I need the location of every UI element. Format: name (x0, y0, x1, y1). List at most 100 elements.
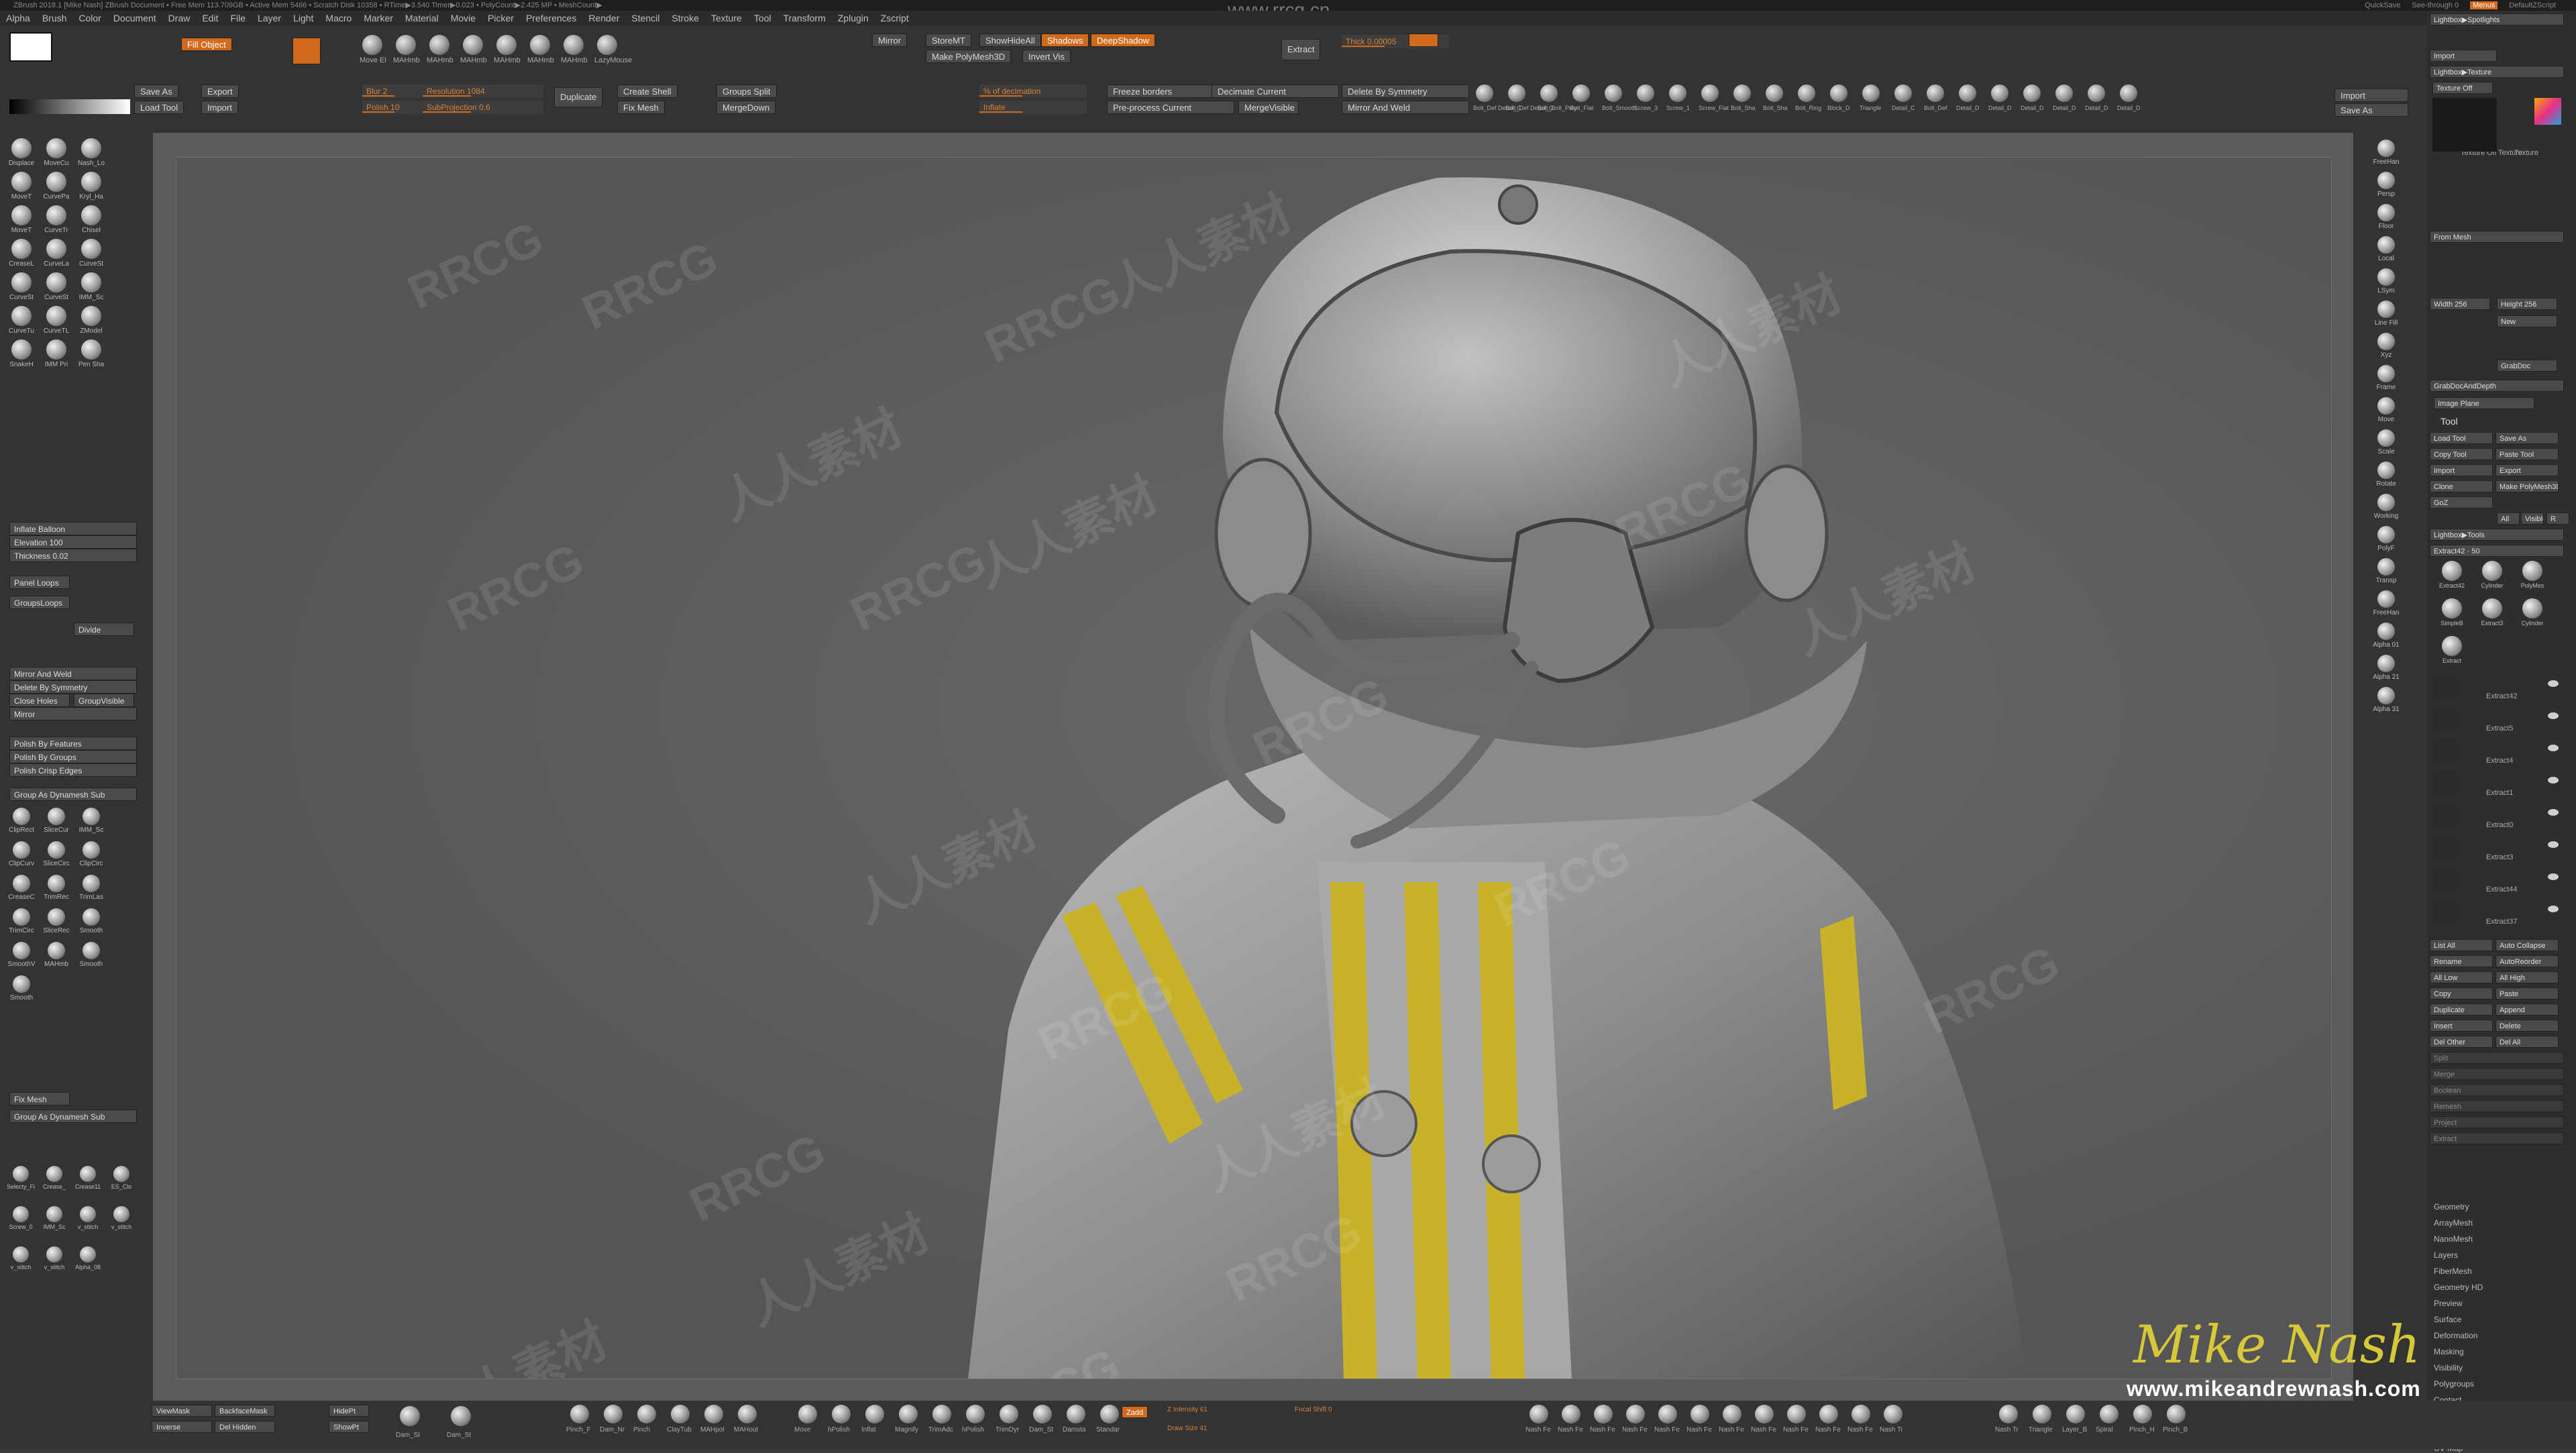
menu-stencil[interactable]: Stencil (625, 11, 665, 25)
bottom-button[interactable]: Del Hidden (215, 1421, 275, 1433)
gradient-bar[interactable] (9, 99, 130, 114)
bottom-brush-icon[interactable] (2033, 1405, 2051, 1423)
left-shelf-button[interactable]: Elevation 100 (9, 535, 137, 549)
preprocess-current-button[interactable]: Pre-process Current (1107, 101, 1234, 114)
bottom-brush-icon[interactable] (966, 1405, 985, 1423)
extract-button[interactable]: Extract (1281, 39, 1321, 60)
left-shelf-stitch-brush[interactable]: v_stitch (4, 1246, 38, 1287)
tool-button[interactable]: Save As (2496, 432, 2559, 444)
import-button[interactable]: Import (201, 101, 238, 114)
left-shelf-button[interactable]: Close Holes (9, 694, 70, 707)
left-shelf-button[interactable]: Group As Dynamesh Sub (9, 1110, 137, 1123)
left-shelf-stitch-brush[interactable]: Screw_0 (4, 1206, 38, 1246)
menu-transform[interactable]: Transform (777, 11, 831, 25)
bottom-brush-icon[interactable] (1755, 1405, 1774, 1423)
toolbar-flip-icon[interactable] (1991, 85, 2008, 102)
toolbar-flip-icon[interactable] (1701, 85, 1719, 102)
left-shelf-stitch-brush[interactable]: ES_Clo (105, 1166, 138, 1206)
subtool-list-button[interactable]: Remesh (2430, 1100, 2564, 1112)
menu-edit[interactable]: Edit (196, 11, 224, 25)
left-shelf-clip-brush[interactable]: Smooth (74, 942, 109, 982)
menu-draw[interactable]: Draw (162, 11, 197, 25)
bottom-brush-icon[interactable] (899, 1405, 918, 1423)
left-shelf-stitch-brush[interactable]: Alpha_08 (71, 1246, 105, 1287)
quicksave-button[interactable]: QuickSave (2365, 1, 2400, 9)
right-panel-button[interactable]: GrabDoc (2497, 360, 2557, 372)
right-panel-button[interactable]: From Mesh (2430, 231, 2564, 243)
toolbar-flip-icon[interactable] (1605, 85, 1622, 102)
menu-zscript[interactable]: Zscript (875, 11, 915, 25)
toolbar-flip-icon[interactable] (2023, 85, 2041, 102)
groups-split-button[interactable]: Groups Split (716, 85, 777, 98)
menu-file[interactable]: File (224, 11, 252, 25)
tool-button[interactable]: Clone (2430, 480, 2493, 492)
tool-section-masking[interactable]: Masking (2434, 1347, 2464, 1356)
bottom-button[interactable]: Inverse (152, 1421, 212, 1433)
document-viewport[interactable]: RRCG 人人素材 RRCG 人人素材 RRCG RRCG 人人素材 RRCG RRCG RRCG… (176, 157, 2332, 1379)
subtool-list-button[interactable]: Split (2430, 1052, 2564, 1064)
tool-button[interactable]: Make PolyMesh3D (2496, 480, 2559, 492)
inflate-slider[interactable]: Inflate (979, 101, 1087, 114)
tool-thumbnail[interactable]: Cylinder (2513, 598, 2552, 635)
menus-toggle[interactable]: Menus (2470, 1, 2498, 9)
texture-thumbnail-color[interactable] (2534, 98, 2561, 125)
tcreate-button[interactable] (1409, 34, 1438, 47)
right-panel-button[interactable]: Lightbox▶Texture (2430, 66, 2564, 78)
subtool-visibility-toggle[interactable] (2548, 777, 2559, 784)
toolbar-flip-icon[interactable] (1927, 85, 1944, 102)
subtool-visibility-toggle[interactable] (2548, 809, 2559, 816)
right-panel-button[interactable]: Lightbox▶Spotlights (2430, 13, 2564, 25)
left-shelf-button[interactable]: Polish Crisp Edges (9, 763, 137, 777)
resolution-slider[interactable]: Resolution 1084 (423, 85, 543, 98)
bottom-brush-icon[interactable] (1594, 1405, 1613, 1423)
toolbar-flip-icon[interactable] (1572, 85, 1590, 102)
subtool-thumb[interactable] (2434, 804, 2458, 828)
subtool-visibility-toggle[interactable] (2548, 712, 2559, 719)
toolbar-flip-icon[interactable] (1733, 85, 1751, 102)
menu-brush[interactable]: Brush (36, 11, 73, 25)
tool-section-fibermesh[interactable]: FiberMesh (2434, 1267, 2472, 1276)
focal-shift-slider[interactable]: Focal Shift 0 (1295, 1406, 1332, 1413)
bottom-brush-icon[interactable] (798, 1405, 817, 1423)
subtool-list-button[interactable]: Boolean (2430, 1084, 2564, 1096)
mergedown-button[interactable]: MergeDown (716, 101, 776, 114)
menu-macro[interactable]: Macro (319, 11, 358, 25)
edit-button[interactable] (292, 38, 321, 64)
right-panel-button[interactable]: Import (2430, 50, 2497, 62)
toolbar-brush-icon[interactable] (564, 35, 584, 55)
left-shelf-button[interactable]: Thickness 0.02 (9, 549, 137, 562)
tool-button[interactable]: Paste Tool (2496, 448, 2559, 460)
subtool-list-button[interactable]: Insert (2430, 1020, 2493, 1032)
menu-document[interactable]: Document (107, 11, 162, 25)
menu-layer[interactable]: Layer (252, 11, 287, 25)
tool-button[interactable]: GoZ (2430, 496, 2493, 508)
create-shell-button[interactable]: Create Shell (617, 85, 678, 98)
left-shelf-button[interactable]: Inflate Balloon (9, 522, 137, 535)
bottom-brush-icon[interactable] (1067, 1405, 1085, 1423)
tool-button[interactable]: Visible (2521, 513, 2544, 525)
left-shelf-button[interactable]: GroupVisible (74, 694, 134, 707)
subtool-list-button[interactable]: Del All (2496, 1036, 2559, 1048)
subtool-list-button[interactable]: Delete (2496, 1020, 2559, 1032)
subtool-visibility-toggle[interactable] (2548, 745, 2559, 751)
bottom-brush-icon[interactable] (1787, 1405, 1806, 1423)
tool-section-geometry[interactable]: Geometry (2434, 1202, 2469, 1212)
left-shelf-brush[interactable]: SnakeH (4, 339, 39, 380)
left-shelf-brush[interactable]: Pen Sha (74, 339, 109, 380)
draw-size-slider[interactable]: Draw Size 41 (1167, 1425, 1207, 1432)
toolbar-flip-icon[interactable] (1830, 85, 1847, 102)
right-shelf-item[interactable]: Move (2363, 397, 2410, 427)
bottom-brush-icon[interactable] (1000, 1405, 1018, 1423)
import-right-button[interactable]: Import (2334, 89, 2408, 102)
tool-button[interactable]: All (2497, 513, 2520, 525)
right-shelf-item[interactable]: Local (2363, 236, 2410, 266)
subtool-thumb[interactable] (2434, 707, 2458, 731)
canvas-area[interactable]: RRCG 人人素材 RRCG 人人素材 RRCG RRCG 人人素材 RRCG RRCG RRCG… (153, 133, 2353, 1401)
make-polymesh-button[interactable]: Make PolyMesh3D (926, 50, 1012, 63)
see-through-slider[interactable]: See-through 0 (2412, 1, 2459, 9)
left-shelf-stitch-brush[interactable]: v_stitch (71, 1206, 105, 1246)
subprojection-slider[interactable]: SubProjection 0.6 (423, 101, 543, 114)
menu-material[interactable]: Material (399, 11, 445, 25)
left-shelf-button[interactable]: Polish By Groups (9, 750, 137, 763)
bottom-brush-icon[interactable] (1884, 1405, 1902, 1423)
